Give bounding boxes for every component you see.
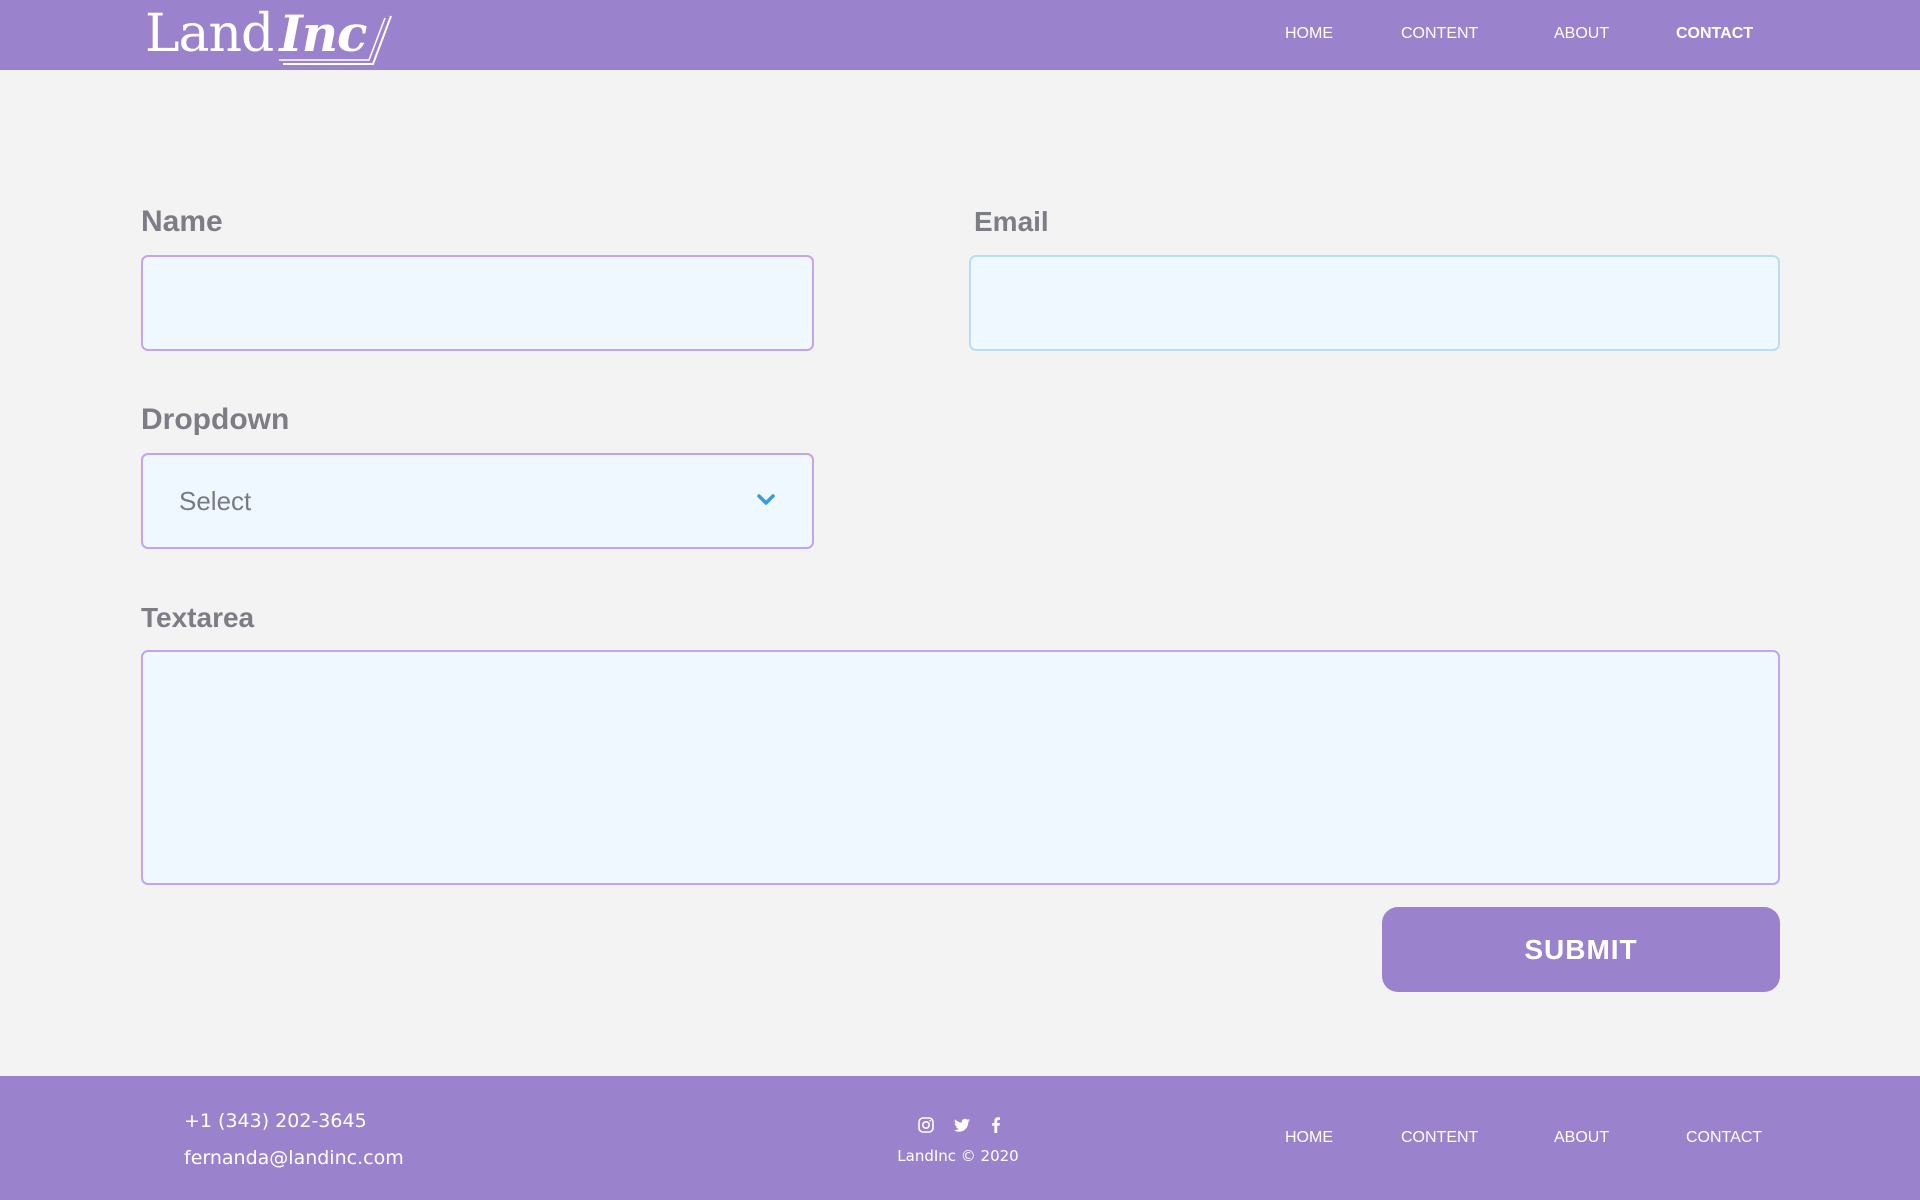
nav-content-link[interactable]: CONTENT [1401,24,1478,44]
dropdown-select[interactable]: Select [141,453,814,549]
facebook-icon[interactable] [987,1116,1005,1134]
submit-button[interactable]: SUBMIT [1382,907,1780,992]
nav-home-link[interactable]: HOME [1285,24,1333,44]
nav-contact-link[interactable]: CONTACT [1676,24,1753,44]
twitter-icon[interactable] [953,1116,971,1134]
email-input[interactable] [971,257,1778,349]
dropdown-selected-value: Select [179,486,252,516]
landinc-logo[interactable]: Land Inc [145,2,393,65]
name-input[interactable] [143,257,812,349]
logo-text-land: Land [145,4,274,64]
site-header: Land Inc HOME CONTENT ABOUT CONTACT [0,0,1920,70]
footer-nav-about-link[interactable]: ABOUT [1554,1128,1609,1148]
message-textarea[interactable] [143,652,1778,883]
chevron-down-icon [757,494,775,505]
footer-nav-content-link[interactable]: CONTENT [1401,1128,1478,1148]
email-field[interactable] [969,255,1780,351]
header-nav: HOME CONTENT ABOUT CONTACT [1240,0,1780,70]
textarea-label: Textarea [141,602,255,633]
logo-swoosh-icon [279,15,393,65]
footer-nav-home-link[interactable]: HOME [1285,1128,1333,1148]
dropdown-label: Dropdown [141,403,290,436]
textarea-field[interactable] [141,650,1780,885]
footer-phone: +1 (343) 202-3645 [184,1110,367,1132]
footer-copyright: LandInc © 2020 [897,1147,1019,1165]
site-footer: +1 (343) 202-3645 fernanda@landinc.com L… [0,1076,1920,1200]
name-label: Name [141,205,223,238]
email-label: Email [974,206,1049,237]
social-links [917,1116,1037,1136]
logo-inc-mark: Inc [279,6,393,65]
nav-about-link[interactable]: ABOUT [1554,24,1609,44]
instagram-icon[interactable] [917,1116,935,1134]
footer-email[interactable]: fernanda@landinc.com [184,1146,404,1170]
footer-nav-contact-link[interactable]: CONTACT [1686,1128,1762,1148]
name-field[interactable] [141,255,814,351]
